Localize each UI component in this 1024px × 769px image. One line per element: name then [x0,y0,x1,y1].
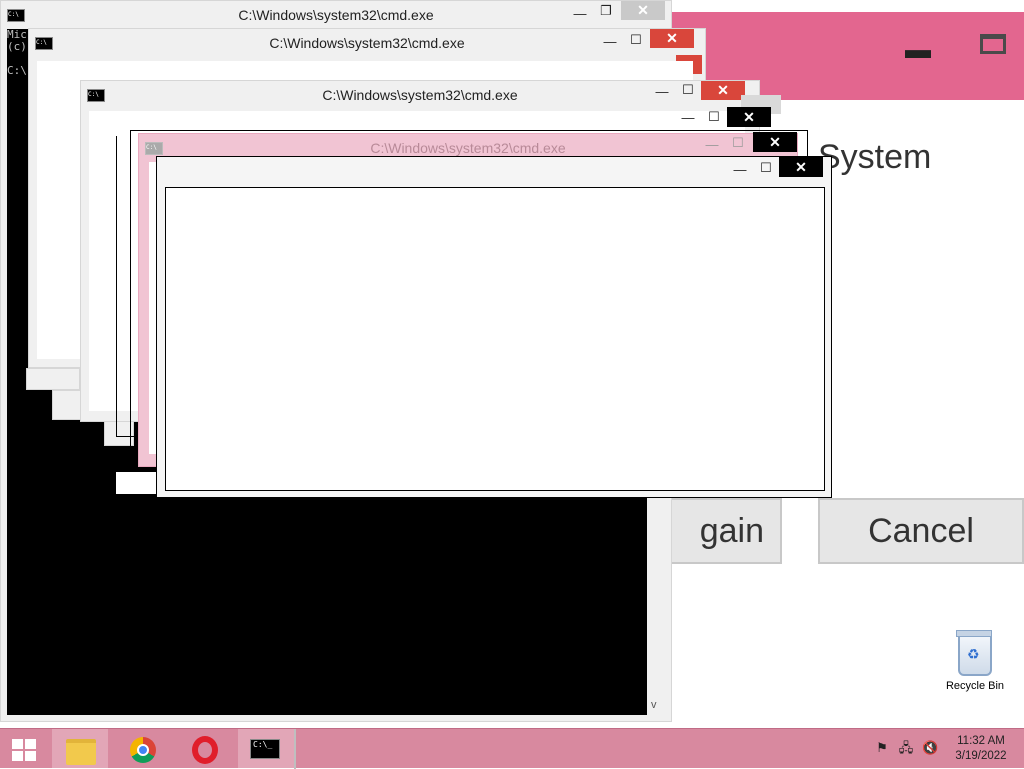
minimize-button[interactable]: — [729,161,751,179]
window-outline-trail [116,136,118,436]
taskbar-opera[interactable] [176,729,232,769]
close-button[interactable]: ✕ [779,157,823,177]
chrome-icon [130,737,156,763]
opera-icon [192,736,218,764]
flag-icon[interactable]: ⚑ [874,740,890,756]
recycle-bin-icon: ♻ [956,630,992,676]
volume-muted-icon[interactable]: 🔇 [922,740,938,756]
system-clock[interactable]: 11:32 AM 3/19/2022 [948,734,1014,764]
recycle-bin-shortcut[interactable]: ♻ Recycle Bin [940,630,1010,700]
clock-date: 3/19/2022 [955,750,1007,762]
clock-time: 11:32 AM [957,735,1005,747]
recycle-bin-label: Recycle Bin [945,680,1005,692]
minimize-button[interactable]: — [599,33,621,51]
maximize-button[interactable]: ☐ [677,81,699,99]
network-icon[interactable]: 🖧 [898,740,914,756]
taskbar-file-explorer[interactable] [52,729,108,769]
cmd-window-front[interactable]: — ☐ ✕ [156,156,832,498]
taskbar-chrome[interactable] [114,729,170,769]
minimize-button[interactable]: ▬ [905,35,931,63]
window-ghost-trail [26,368,80,390]
taskbar-command-prompt[interactable]: C:\_ [238,729,296,769]
minimize-button-ghost: — [681,110,695,125]
close-button-ghost: ✕ [727,107,771,127]
restore-button[interactable]: ❐ [595,2,617,20]
console-output: Mic (c) C:\ [7,28,27,77]
window-ghost-trail [116,472,156,494]
folder-icon [66,739,96,765]
windows-logo-icon [12,739,36,761]
start-button[interactable] [0,729,48,769]
maximize-button[interactable] [980,34,1006,54]
minimize-button[interactable]: — [651,83,673,101]
scroll-down-icon[interactable]: v [651,699,657,711]
taskbar: C:\_ ⚑ 🖧 🔇 11:32 AM 3/19/2022 [0,728,1024,769]
close-button[interactable]: ✕ [650,29,694,48]
console-area[interactable] [165,187,825,491]
maximize-button[interactable]: ☐ [755,159,777,177]
maximize-button[interactable]: ☐ [625,31,647,49]
minimize-button: — [705,137,719,152]
minimize-button[interactable]: — [569,5,591,23]
close-button: ✕ [753,132,797,152]
cancel-button[interactable]: Cancel [818,498,1024,564]
maximize-button: ☐ [732,135,744,150]
maximize-button-ghost: ☐ [708,109,720,124]
close-button[interactable]: ✕ [701,81,745,100]
command-prompt-icon: C:\_ [250,739,280,759]
dialog-heading: System [818,138,932,176]
close-button[interactable]: ✕ [621,1,665,20]
